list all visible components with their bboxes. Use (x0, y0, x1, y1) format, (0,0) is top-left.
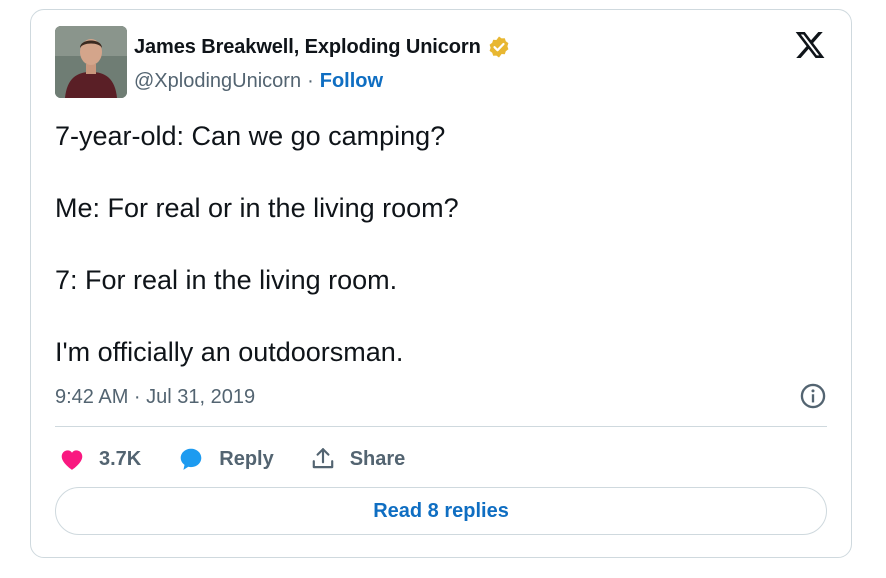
author-name-row: James Breakwell, Exploding Unicorn (134, 35, 511, 59)
like-button[interactable]: 3.7K (59, 447, 141, 471)
verified-badge-icon (489, 36, 509, 58)
tweet-line-4: I'm officially an outdoorsman. (55, 337, 404, 367)
share-label: Share (349, 447, 406, 470)
heart-icon (61, 450, 83, 470)
author-handle[interactable]: @XplodingUnicorn (134, 70, 301, 93)
tweet-timestamp[interactable]: 9:42 AM · Jul 31, 2019 (55, 386, 255, 409)
info-icon[interactable] (799, 382, 827, 410)
tweet-line-3: 7: For real in the living room. (55, 265, 398, 295)
tweet-line-2: Me: For real or in the living room? (55, 193, 459, 223)
separator-dot: · (307, 70, 314, 92)
read-replies-button[interactable]: Read 8 replies (55, 487, 827, 535)
avatar-image (55, 26, 127, 98)
follow-button[interactable]: Follow (320, 70, 383, 93)
divider (55, 426, 827, 427)
share-upload-icon (312, 448, 334, 469)
x-logo-icon[interactable] (793, 29, 827, 61)
tweet-line-1: 7-year-old: Can we go camping? (55, 121, 446, 151)
avatar[interactable] (55, 26, 127, 98)
author-name[interactable]: James Breakwell, Exploding Unicorn (134, 36, 481, 59)
speech-bubble-icon (180, 448, 202, 470)
like-count: 3.7K (99, 447, 142, 470)
reply-button[interactable]: Reply (177, 446, 274, 472)
reply-label: Reply (219, 447, 274, 470)
action-bar: 3.7K Reply Share (59, 446, 441, 472)
handle-row: @XplodingUnicorn · Follow (134, 70, 383, 93)
share-button[interactable]: Share (310, 446, 406, 472)
tweet-card: James Breakwell, Exploding Unicorn @Xplo… (30, 9, 852, 558)
tweet-text: 7-year-old: Can we go camping? Me: For r… (55, 118, 815, 406)
